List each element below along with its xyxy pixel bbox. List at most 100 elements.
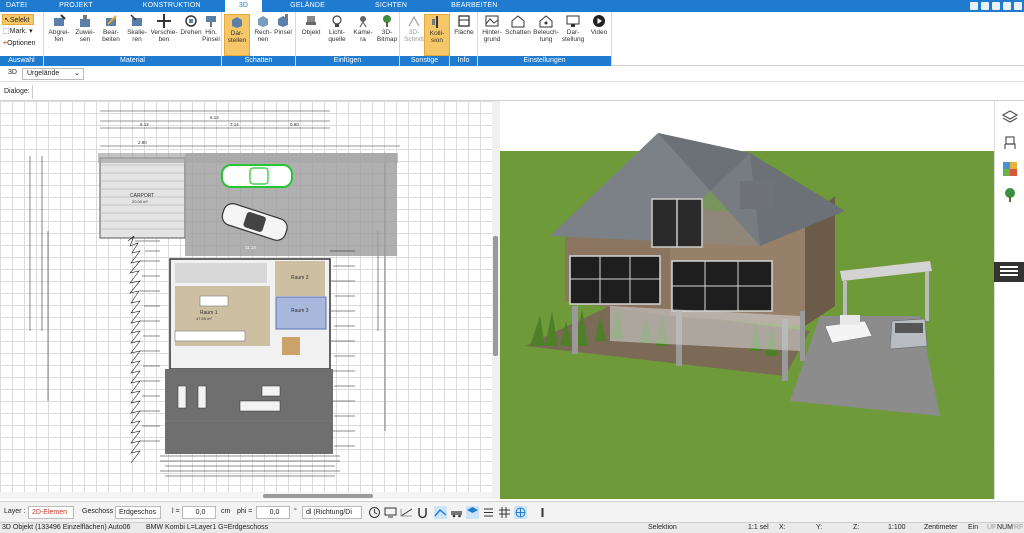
abgreifen-button[interactable]: Abgrei- fen bbox=[46, 14, 72, 43]
plan-vertical-scrollbar[interactable] bbox=[492, 101, 500, 499]
3d-view[interactable] bbox=[500, 101, 994, 499]
bearbeiten-button[interactable]: Bear- beiten bbox=[98, 14, 124, 43]
terrain-select-value: Urgelände bbox=[27, 70, 60, 77]
skalieren-button[interactable]: Skalie- ren bbox=[124, 14, 150, 43]
group-material: Abgrei- fen Zuwei- sen Bear- beiten Skal… bbox=[44, 12, 222, 66]
list-icon[interactable] bbox=[482, 506, 495, 519]
geschoss-select[interactable]: Erdgeschos bbox=[115, 506, 161, 519]
status-mode: Selektion bbox=[648, 524, 677, 531]
hin-pinsel-button[interactable]: Hin. Pinsel bbox=[200, 14, 222, 43]
dim-top-5: 0.90 bbox=[290, 122, 299, 127]
minimize-icon[interactable] bbox=[992, 2, 1000, 10]
schatten-settings-button[interactable]: Schatten bbox=[505, 14, 531, 36]
row-3d-label: 3D bbox=[8, 69, 17, 76]
plant-icon[interactable] bbox=[1002, 187, 1018, 203]
darstellung-button[interactable]: Dar- stellung bbox=[560, 14, 586, 43]
mark-icon: ⬚ bbox=[3, 28, 10, 35]
snap-grid-icon[interactable] bbox=[514, 506, 527, 519]
tab-bearbeiten[interactable]: BEARBEITEN bbox=[429, 0, 519, 12]
layer-select[interactable]: 2D-Elemen bbox=[28, 506, 74, 519]
plan-hscroll-thumb[interactable] bbox=[263, 494, 373, 498]
ribbon: ↖Selekt ⬚Mark. ▾ +Optionen Auswahl Abgre… bbox=[0, 12, 1024, 66]
restore-icon[interactable] bbox=[1003, 2, 1011, 10]
group-sonstige: 3D- Schnitt Kolli- sion Sonstige bbox=[400, 12, 450, 66]
clock-icon[interactable] bbox=[368, 506, 381, 519]
brush-icon bbox=[206, 16, 216, 27]
group-label-info: Info bbox=[450, 56, 477, 66]
tab-projekt[interactable]: PROJEKT bbox=[33, 0, 119, 12]
flaeche-button[interactable]: Fläche bbox=[451, 14, 477, 36]
group-label-auswahl: Auswahl bbox=[0, 56, 43, 66]
help-icon[interactable] bbox=[970, 2, 978, 10]
optionen-button[interactable]: +Optionen bbox=[2, 38, 36, 49]
status-bar: 3D Objekt (133496 Einzelflächen) Auto06 … bbox=[0, 522, 1024, 533]
zuweisen-button[interactable]: Zuwei- sen bbox=[72, 14, 98, 43]
status-layer: BMW Kombi L=Layer1 G=Erdgeschoss bbox=[146, 524, 269, 531]
geschoss-select-value: Erdgeschos bbox=[119, 509, 156, 516]
material-swatch-icon[interactable] bbox=[1002, 161, 1018, 177]
measure-icon[interactable] bbox=[400, 506, 413, 519]
play-icon bbox=[593, 15, 605, 27]
dialog-row: Dialoge: bbox=[0, 83, 1024, 101]
kollision-button[interactable]: Kolli- sion bbox=[424, 14, 450, 56]
status-unit: Zentimeter bbox=[924, 524, 958, 531]
video-button[interactable]: Video bbox=[586, 14, 612, 36]
terrain-select[interactable]: Urgelände ⌄ bbox=[22, 68, 84, 80]
plan-horizontal-scrollbar[interactable] bbox=[0, 492, 492, 499]
length-input[interactable]: 0,0 bbox=[182, 506, 216, 519]
3d-silver-car[interactable] bbox=[889, 318, 928, 350]
scale-icon bbox=[130, 14, 142, 26]
room1-area: 47.59 m² bbox=[196, 316, 212, 321]
group-schatten: Dar- stellen Rech- nen Pinsel Schatten bbox=[222, 12, 296, 66]
kamera-button[interactable]: Kame- ra bbox=[350, 14, 376, 43]
abgreifen-label: Abgrei- fen bbox=[48, 29, 70, 43]
degree-label: ° bbox=[294, 508, 297, 515]
vehicle-icon[interactable] bbox=[450, 506, 463, 519]
hintergrund-button[interactable]: Hinter- grund bbox=[479, 14, 505, 43]
layers-icon[interactable] bbox=[1002, 109, 1018, 125]
beleuchtung-button[interactable]: Beleuch- tung bbox=[533, 14, 559, 43]
pinsel-button[interactable]: Pinsel bbox=[272, 14, 294, 36]
lichtquelle-label: Licht- quelle bbox=[328, 29, 346, 43]
tab-datei[interactable]: DATEI bbox=[0, 0, 33, 12]
room2-label: Raum 2 bbox=[291, 275, 309, 281]
selekt-button[interactable]: ↖Selekt bbox=[2, 14, 34, 25]
objekt-button[interactable]: Objekt bbox=[298, 14, 324, 36]
3d-schnitt-label: 3D- Schnitt bbox=[404, 29, 424, 43]
tab-sichten[interactable]: SICHTEN bbox=[353, 0, 429, 12]
pin-icon[interactable] bbox=[536, 506, 549, 519]
tab-3d[interactable]: 3D bbox=[224, 0, 263, 12]
darstellen-button[interactable]: Dar- stellen bbox=[224, 14, 250, 56]
phi-label: phi = bbox=[237, 508, 253, 515]
sidebar-collapse-tab[interactable] bbox=[994, 262, 1024, 282]
green-car[interactable] bbox=[221, 164, 293, 188]
grid-icon[interactable] bbox=[498, 506, 511, 519]
3d-layer-icon[interactable] bbox=[466, 506, 479, 519]
dim-top-4: 7.14 bbox=[230, 122, 239, 127]
tab-konstruktion[interactable]: KONSTRUKTION bbox=[119, 0, 225, 12]
direction-select[interactable]: dl (Richtung/Di bbox=[302, 506, 362, 519]
phi-input[interactable]: 0,0 bbox=[256, 506, 290, 519]
chair-icon[interactable] bbox=[1002, 135, 1018, 151]
tab-gelaende[interactable]: GELÄNDE bbox=[262, 0, 353, 12]
settings-icon[interactable] bbox=[981, 2, 989, 10]
geschoss-label: Geschoss : bbox=[82, 508, 118, 515]
magnet-icon[interactable] bbox=[416, 506, 429, 519]
floor-plan-view[interactable]: 6.14 7.14 6.12 0.90 2.80 CARPORT 20.00 m… bbox=[0, 101, 492, 499]
display-icon bbox=[566, 15, 580, 27]
mark-button[interactable]: ⬚Mark. ▾ bbox=[2, 26, 33, 37]
layer-label: Layer : bbox=[4, 508, 26, 515]
room3-label: Raum 3 bbox=[291, 308, 309, 314]
status-rf: RF bbox=[1014, 524, 1024, 531]
3d-bitmap-label: 3D- Bitmap bbox=[376, 29, 398, 43]
plan-vscroll-thumb[interactable] bbox=[493, 236, 498, 356]
status-uf: UF bbox=[987, 524, 997, 531]
lichtquelle-button[interactable]: Licht- quelle bbox=[324, 14, 350, 43]
ribbon-tab-bar: DATEI PROJEKT KONSTRUKTION 3D GELÄNDE SI… bbox=[0, 0, 1024, 12]
snap-line-icon[interactable] bbox=[434, 506, 447, 519]
close-icon[interactable] bbox=[1014, 2, 1022, 10]
3d-bitmap-button[interactable]: 3D- Bitmap bbox=[374, 14, 400, 43]
status-z: Z: bbox=[853, 524, 860, 531]
screen-icon[interactable] bbox=[384, 506, 397, 519]
verschieben-button[interactable]: Verschie- ben bbox=[150, 14, 178, 43]
